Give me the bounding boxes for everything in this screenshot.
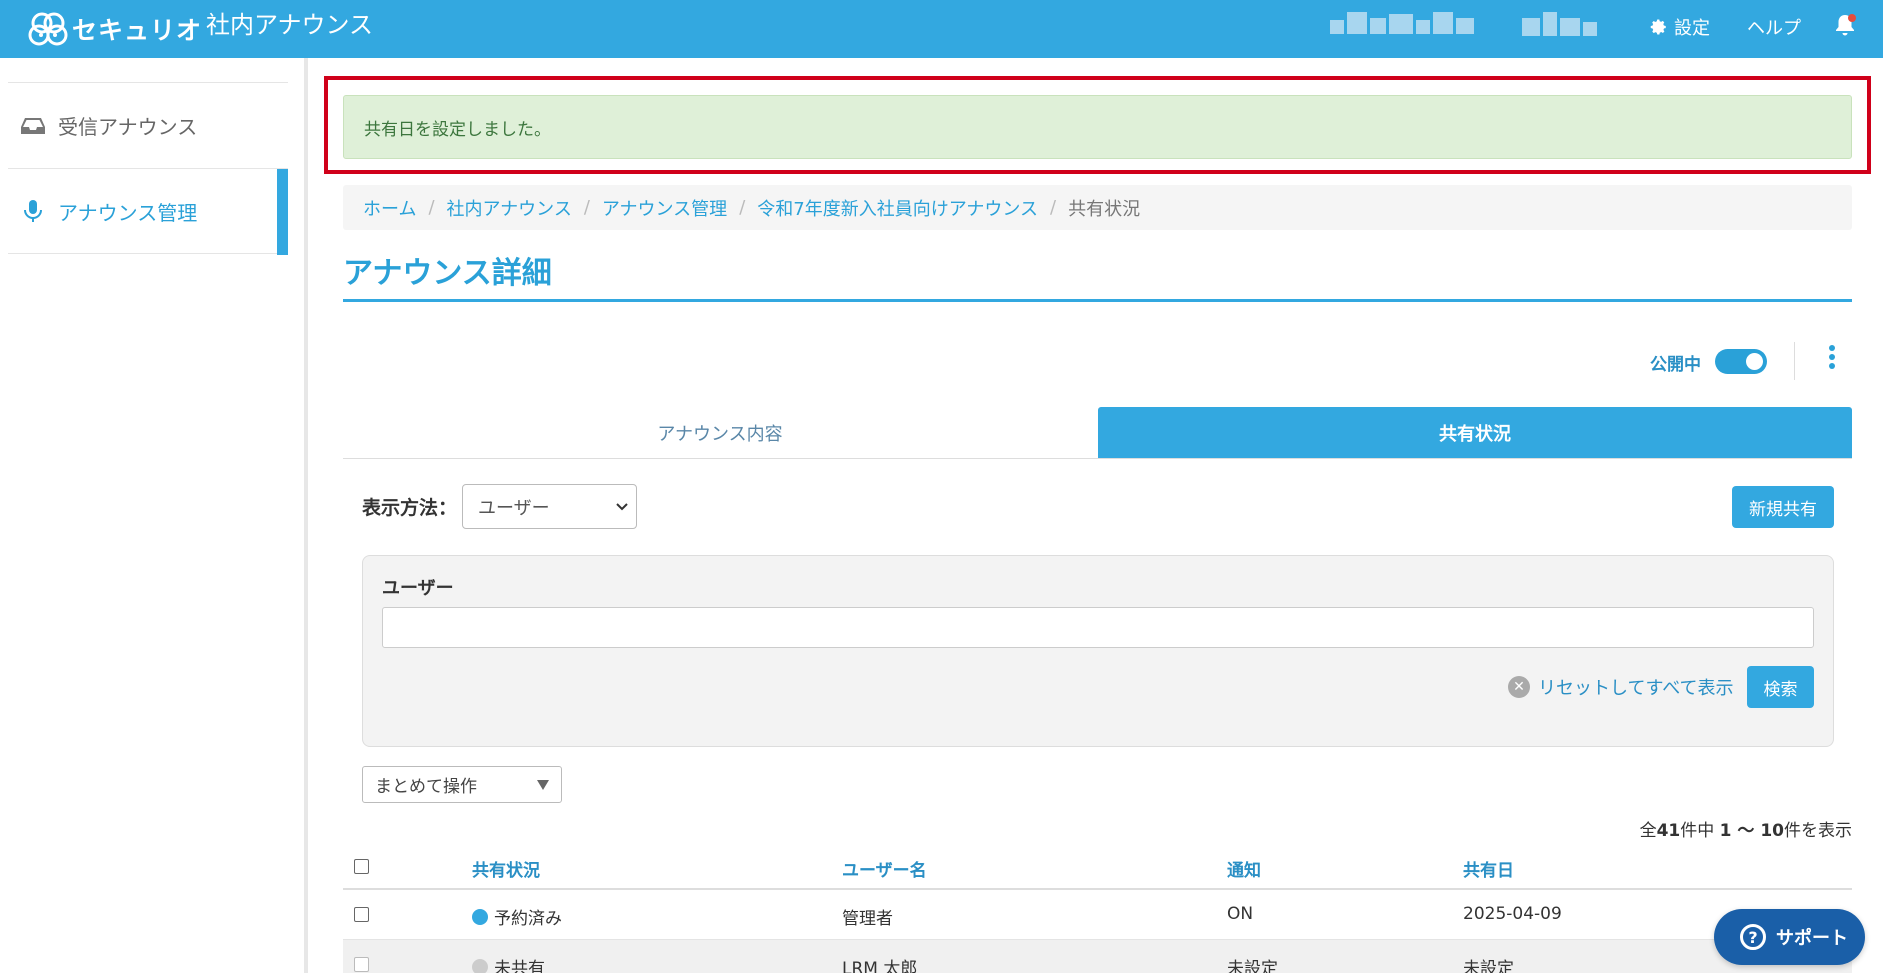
- breadcrumb-separator: /: [428, 197, 435, 218]
- breadcrumb: ホーム / 社内アナウンス / アナウンス管理 / 令和7年度新入社員向けアナウ…: [343, 185, 1852, 230]
- support-label: サポート: [1776, 928, 1848, 949]
- count-mid: 件中: [1680, 821, 1715, 841]
- user-info-redacted: [1330, 12, 1477, 38]
- breadcrumb-separator: /: [583, 197, 590, 218]
- reset-filter-link[interactable]: ✕ リセットしてすべて表示: [1508, 674, 1733, 700]
- column-header-share-status[interactable]: 共有状況: [472, 856, 540, 881]
- table-header: 共有状況 ユーザー名 通知 共有日: [343, 846, 1852, 890]
- detail-tabs: アナウンス内容 共有状況: [343, 407, 1852, 459]
- display-method-label: 表示方法：: [362, 497, 458, 519]
- notification-cell: 未設定: [1227, 959, 1278, 973]
- breadcrumb-announcement-management[interactable]: アナウンス管理: [602, 195, 727, 221]
- top-header: セキュリオ 社内アナウンス 設定 ヘルプ: [0, 0, 1883, 58]
- share-status-text: 未共有: [494, 959, 545, 973]
- company-info-redacted: [1522, 12, 1600, 38]
- breadcrumb-separator: /: [1050, 197, 1057, 218]
- column-header-notification[interactable]: 通知: [1227, 856, 1261, 881]
- count-range: 1 ～ 10: [1719, 821, 1784, 841]
- select-all-checkbox[interactable]: [354, 859, 369, 874]
- logo-icon: [28, 12, 68, 46]
- user-name-cell: 管理者: [842, 909, 893, 929]
- question-icon: ?: [1740, 924, 1766, 950]
- settings-link[interactable]: 設定: [1650, 14, 1710, 40]
- count-suffix: 件を表示: [1784, 821, 1852, 841]
- share-date-cell: 2025-04-09: [1463, 904, 1562, 924]
- breadcrumb-current: 共有状況: [1068, 198, 1141, 220]
- more-options-icon[interactable]: [1826, 345, 1838, 375]
- divider: [1794, 342, 1795, 380]
- result-count: 全41件中 1 ～ 10件を表示: [1640, 816, 1852, 841]
- breadcrumb-home[interactable]: ホーム: [363, 195, 416, 221]
- active-indicator: [277, 169, 288, 255]
- settings-label: 設定: [1674, 18, 1710, 39]
- bulk-action-select[interactable]: まとめて操作: [362, 766, 562, 803]
- notifications-button[interactable]: [1834, 13, 1856, 37]
- bulk-action-label: まとめて操作: [375, 777, 477, 797]
- share-status-table: 共有状況 ユーザー名 通知 共有日 予約済み 管理者 ON 2025-04-09…: [343, 846, 1852, 973]
- display-method-select[interactable]: ユーザー: [462, 484, 637, 529]
- share-status-cell: 予約済み: [472, 904, 562, 929]
- table-row: 予約済み 管理者 ON 2025-04-09: [343, 890, 1852, 940]
- microphone-icon: [24, 200, 42, 222]
- notification-cell: ON: [1227, 904, 1254, 924]
- column-header-user-name[interactable]: ユーザー名: [842, 856, 927, 881]
- count-prefix: 全: [1639, 821, 1657, 841]
- share-status-text: 予約済み: [494, 909, 562, 929]
- display-method-value: ユーザー: [478, 497, 550, 519]
- tab-announcement-content[interactable]: アナウンス内容: [343, 407, 1097, 458]
- close-circle-icon: ✕: [1508, 676, 1530, 698]
- share-status-cell: 未共有: [472, 954, 545, 973]
- status-dot-icon: [472, 958, 488, 973]
- sidebar-item-label: アナウンス管理: [58, 200, 198, 225]
- logo-text: セキュリオ: [72, 16, 203, 45]
- breadcrumb-separator: /: [739, 197, 746, 218]
- reset-filter-label: リセットしてすべて表示: [1538, 678, 1734, 699]
- sidebar-item-inbox-announcements[interactable]: 受信アナウンス: [8, 82, 288, 168]
- help-link[interactable]: ヘルプ: [1747, 14, 1801, 40]
- gear-icon: [1650, 19, 1666, 35]
- inbox-icon: [21, 117, 45, 134]
- row-checkbox[interactable]: [354, 907, 369, 922]
- support-button[interactable]: ? サポート: [1714, 909, 1865, 965]
- success-alert: 共有日を設定しました。: [343, 95, 1852, 159]
- user-filter-input[interactable]: [382, 607, 1814, 648]
- toggle-knob: [1746, 353, 1763, 370]
- app-title: 社内アナウンス: [206, 11, 374, 39]
- new-share-button[interactable]: 新規共有: [1732, 486, 1834, 528]
- breadcrumb-announcement[interactable]: 令和7年度新入社員向けアナウンス: [757, 195, 1038, 221]
- publish-toggle[interactable]: [1715, 349, 1767, 374]
- page-title: アナウンス詳細: [343, 256, 552, 291]
- alert-message: 共有日を設定しました。: [364, 119, 551, 140]
- tab-share-status[interactable]: 共有状況: [1098, 407, 1852, 458]
- breadcrumb-internal-announcements[interactable]: 社内アナウンス: [447, 195, 572, 221]
- app-logo[interactable]: セキュリオ: [28, 9, 202, 49]
- user-filter-label: ユーザー: [382, 578, 454, 599]
- share-date-cell: 未設定: [1463, 959, 1514, 973]
- notification-badge: [1848, 14, 1856, 22]
- title-underline: [343, 299, 1852, 302]
- table-row: 未共有 LRM 太郎 未設定 未設定: [343, 940, 1852, 973]
- dropdown-triangle-icon: [537, 780, 549, 790]
- filter-panel: [362, 555, 1834, 747]
- count-total: 41: [1656, 821, 1681, 841]
- status-dot-icon: [472, 908, 488, 925]
- publish-status-label: 公開中: [1650, 355, 1701, 375]
- row-checkbox[interactable]: [354, 957, 369, 972]
- search-button[interactable]: 検索: [1747, 666, 1814, 708]
- column-header-share-date[interactable]: 共有日: [1463, 856, 1514, 881]
- sidebar-item-announcement-management[interactable]: アナウンス管理: [8, 168, 288, 255]
- chevron-down-icon: [616, 503, 628, 511]
- sidebar-item-label: 受信アナウンス: [58, 115, 198, 139]
- user-name-cell: LRM 太郎: [842, 959, 918, 973]
- sidebar: 受信アナウンス アナウンス管理: [0, 58, 308, 973]
